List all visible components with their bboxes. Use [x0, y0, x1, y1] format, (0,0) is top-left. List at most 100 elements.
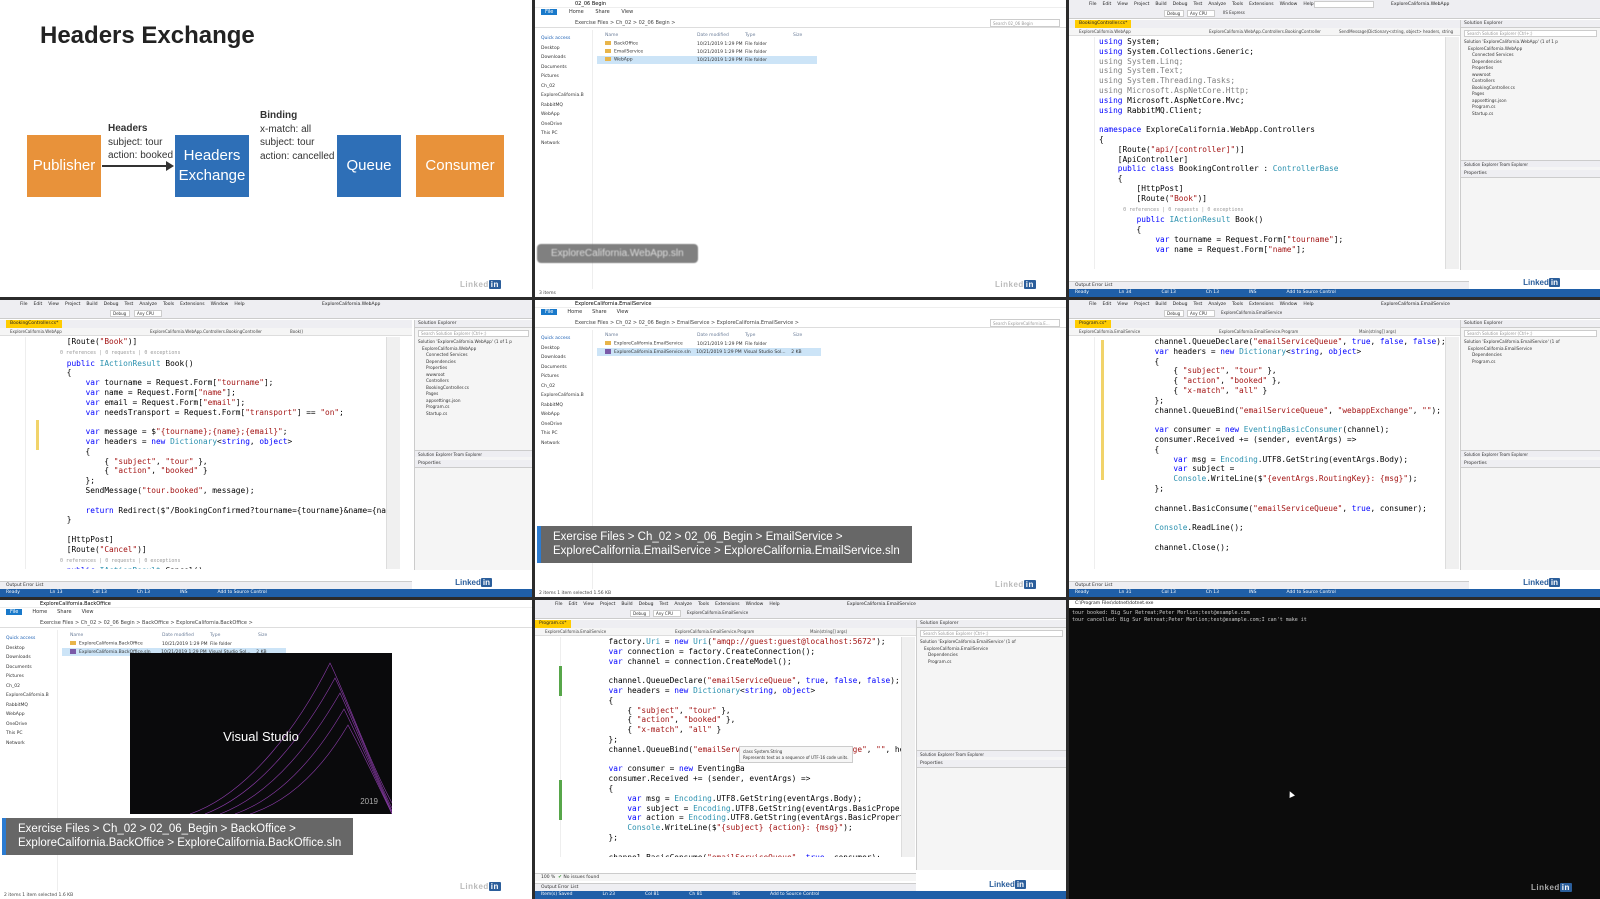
nav-webapp[interactable]: WebApp [541, 110, 592, 120]
linkedin-watermark: Linked in [989, 880, 1026, 889]
solution-tree-item[interactable]: Startup.cs [1461, 111, 1600, 118]
platform-dropdown[interactable]: Any CPU [653, 610, 681, 617]
editor-scrollbar[interactable] [1445, 37, 1459, 269]
folder-icon [605, 57, 611, 62]
address-bar[interactable]: Exercise Files > Ch_02 > 02_06 Begin > B… [0, 618, 532, 628]
search-input[interactable]: Search 02_06 Begin [990, 19, 1060, 27]
menu-view[interactable]: View [1117, 2, 1128, 7]
nav-network[interactable]: Network [541, 139, 592, 149]
file-row[interactable]: ExploreCalifornia.BackOffice 10/21/2019 1… [62, 640, 532, 648]
platform-dropdown[interactable]: Any CPU [134, 310, 162, 317]
address-bar[interactable]: Exercise Files > Ch_02 > 02_06 Begin > [535, 18, 1066, 28]
panel-tabs[interactable]: Solution Explorer Team Explorer [1461, 450, 1600, 457]
platform-dropdown[interactable]: Any CPU [1187, 310, 1215, 317]
ribbon-share-tab[interactable]: Share [595, 9, 609, 15]
menu-project[interactable]: Project [1134, 2, 1149, 7]
output-tabs[interactable]: Output Error List [1069, 281, 1469, 289]
menu-build[interactable]: Build [1155, 2, 1166, 7]
video-contact-sheet: Headers Exchange Publisher Headers subje… [0, 0, 1600, 899]
solution-tree-item[interactable]: Program.cs [917, 659, 1066, 666]
file-row[interactable]: BackOffice 10/21/2019 1:29 PM File folder [597, 40, 1066, 48]
solution-explorer-search[interactable]: Search Solution Explorer (Ctrl+;) [1464, 330, 1597, 337]
file-row[interactable]: ExploreCalifornia.EmailService 10/21/2019… [597, 340, 1066, 348]
ribbon-home-tab[interactable]: Home [569, 9, 584, 15]
tab-booking-controller[interactable]: BookingController.cs* [1075, 20, 1132, 28]
nav-onedrive[interactable]: OneDrive [541, 120, 592, 130]
menu-window[interactable]: Window [1280, 2, 1298, 7]
file-row-selected[interactable]: WebApp 10/21/2019 1:29 PM File folder [597, 56, 817, 64]
binding-action: action: cancelled [260, 150, 335, 162]
solution-explorer-search[interactable]: Search Solution Explorer (Ctrl+;) [1464, 30, 1597, 37]
editor-gutter [1069, 37, 1095, 269]
config-dropdown[interactable]: Debug [110, 310, 130, 317]
navigation-bar: ExploreCalifornia.WebApp ExploreCaliforn… [0, 328, 412, 336]
config-dropdown[interactable]: Debug [1164, 10, 1184, 17]
solution-explorer-search[interactable]: Search Solution Explorer (Ctrl+;) [418, 330, 529, 337]
nav-ch02[interactable]: Ch_02 [541, 82, 592, 92]
panel-tabs[interactable]: Solution Explorer Team Explorer [415, 450, 532, 457]
config-dropdown[interactable]: Debug [630, 610, 650, 617]
search-input[interactable]: Search ExploreCalifornia.E... [990, 319, 1060, 327]
solution-tree-item[interactable]: Startup.cs [415, 411, 532, 418]
output-tabs[interactable]: Output Error List [0, 581, 412, 589]
run-button[interactable]: ExploreCalifornia.EmailService [685, 610, 748, 617]
output-tabs[interactable]: Output Error List [1069, 581, 1469, 589]
toolbar: Debug Any CPU IIS Express [1069, 9, 1600, 19]
nav-this-pc[interactable]: This PC [541, 129, 592, 139]
menu-test[interactable]: Test [1193, 2, 1202, 7]
run-button[interactable]: IIS Express [1221, 10, 1251, 17]
address-bar[interactable]: Exercise Files > Ch_02 > 02_06 Begin > E… [535, 318, 1066, 328]
nav-rabbitmq[interactable]: RabbitMQ [541, 101, 592, 111]
console-output: tour booked: Big Sur Retreat;Peter Morli… [1072, 610, 1307, 624]
ribbon-file-tab[interactable]: File [541, 309, 558, 315]
nav-explorecalifornia[interactable]: ExploreCalifornia.B [541, 91, 592, 101]
platform-dropdown[interactable]: Any CPU [1187, 10, 1215, 17]
code-editor[interactable]: [Route("Book")] 0 references | 0 request… [48, 337, 388, 569]
output-tabs[interactable]: Output Error List [535, 883, 916, 891]
menu-extensions[interactable]: Extensions [1249, 2, 1273, 7]
code-editor[interactable]: using System; using System.Collections.G… [1099, 37, 1445, 269]
nav-project-dropdown[interactable]: ExploreCalifornia.WebApp [1079, 29, 1131, 34]
toolbar: Debug Any CPU ExploreCalifornia.EmailSer… [1069, 309, 1600, 319]
ribbon-view-tab[interactable]: View [621, 9, 633, 15]
ribbon-file-tab[interactable]: File [6, 609, 23, 615]
tab-booking-controller[interactable]: BookingController.cs* [6, 320, 63, 328]
menu-analyze[interactable]: Analyze [1208, 2, 1226, 7]
explorer-titlebar: 02_06 Begin [535, 0, 1066, 8]
menu-debug[interactable]: Debug [1173, 2, 1188, 7]
file-row[interactable]: EmailService 10/21/2019 1:29 PM File folde… [597, 48, 1066, 56]
search-input[interactable]: Search (Ctrl+Q) [1314, 1, 1374, 18]
solution-explorer-search[interactable]: Search Solution Explorer (Ctrl+;) [920, 630, 1063, 637]
menu-file[interactable]: File [1089, 2, 1097, 7]
nav-documents[interactable]: Documents [541, 63, 592, 73]
ribbon-file-tab[interactable]: File [541, 9, 558, 15]
nav-pictures[interactable]: Pictures [541, 72, 592, 82]
nav-member-dropdown[interactable]: SendMessage(Dictionary<string, object> h… [1339, 29, 1453, 34]
code-editor[interactable]: channel.QueueDeclare("emailServiceQueue"… [1117, 337, 1447, 569]
caption-back-office-path: Exercise Files > Ch_02 > 02_06_Begin > B… [2, 818, 354, 855]
nav-quick-access[interactable]: Quick access [541, 34, 592, 44]
nav-type-dropdown[interactable]: ExploreCalifornia.WebApp.Controllers.Boo… [1209, 29, 1321, 34]
col-name[interactable]: Name [597, 33, 697, 38]
tab-program-cs[interactable]: Program.cs* [535, 620, 571, 628]
menu-edit[interactable]: Edit [1103, 2, 1112, 7]
editor-scrollbar[interactable] [386, 337, 400, 569]
solution-tree-item[interactable]: Program.cs [1461, 359, 1600, 366]
file-row-selected[interactable]: ExploreCalifornia.EmailService.sln 10/21/… [597, 348, 821, 356]
binding-subject: subject: tour [260, 137, 315, 148]
editor-scrollbar[interactable] [901, 637, 915, 857]
menu-help[interactable]: Help [1303, 2, 1313, 7]
col-date[interactable]: Date modified [697, 33, 745, 38]
col-size[interactable]: Size [793, 33, 823, 38]
config-dropdown[interactable]: Debug [1164, 310, 1184, 317]
nav-desktop[interactable]: Desktop [541, 44, 592, 54]
navigation-bar: ExploreCalifornia.EmailService ExploreCa… [535, 628, 935, 636]
menu-tools[interactable]: Tools [1232, 2, 1243, 7]
editor-scrollbar[interactable] [1445, 337, 1459, 569]
panel-tabs[interactable]: Solution Explorer Team Explorer [917, 750, 1066, 757]
tab-program-cs[interactable]: Program.cs* [1075, 320, 1111, 328]
col-type[interactable]: Type [745, 33, 793, 38]
panel-tabs[interactable]: Solution Explorer Team Explorer [1461, 160, 1600, 167]
run-button[interactable]: ExploreCalifornia.EmailService [1219, 310, 1282, 317]
nav-downloads[interactable]: Downloads [541, 53, 592, 63]
